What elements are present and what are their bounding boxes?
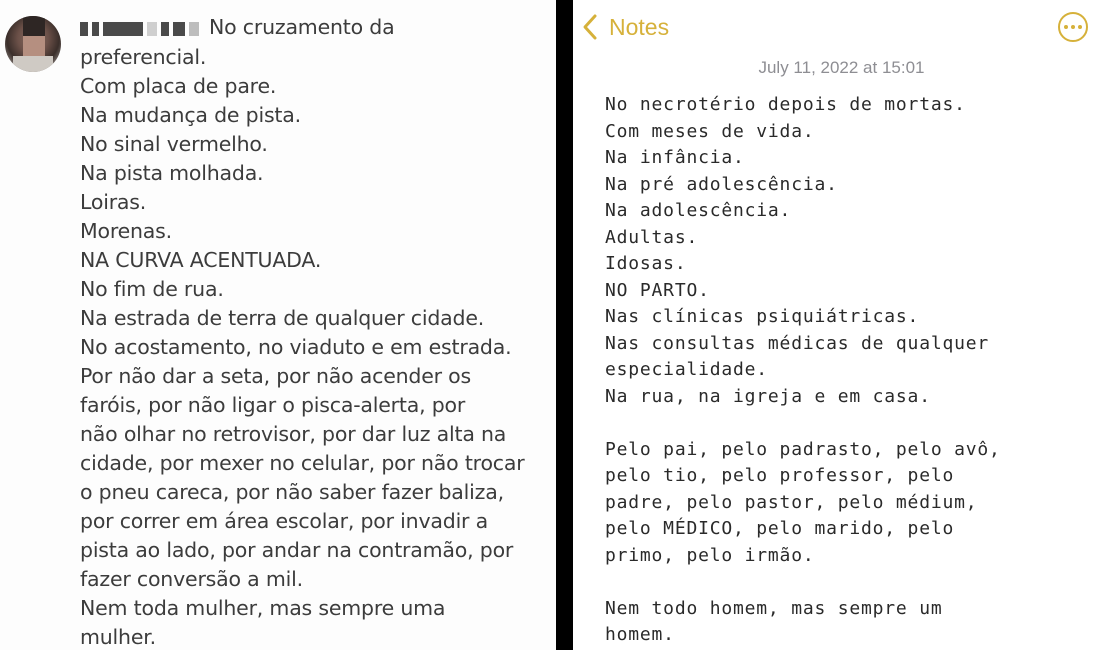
avatar[interactable] (5, 16, 61, 72)
note-body[interactable]: No necrotério depois de mortas. Com mese… (605, 92, 1105, 649)
back-label: Notes (609, 13, 670, 40)
note-line: especialidade. (605, 359, 768, 380)
note-date: July 11, 2022 at 15:01 (758, 58, 925, 77)
note-line: pelo tio, pelo professor, pelo (605, 465, 955, 486)
note-line: Pelo pai, pelo padrasto, pelo avô, (605, 438, 1001, 460)
social-comment-panel: No cruzamento da preferencial. Com placa… (0, 0, 556, 650)
comment-line: NA CURVA ACENTUADA. (80, 247, 322, 272)
note-line: homem. (605, 624, 675, 645)
comment-line: faróis, por não ligar o pisca-alerta, po… (80, 392, 466, 417)
comment-line-text: No cruzamento da (209, 15, 395, 39)
comment-line: No acostamento, no viaduto e em estrada. (80, 334, 512, 359)
comment-line: Com placa de pare. (80, 73, 277, 98)
comment-line: não olhar no retrovisor, por dar luz alt… (80, 421, 507, 446)
comment-line: cidade, por mexer no celular, por não tr… (80, 450, 525, 475)
comment-line: No cruzamento da (80, 13, 550, 43)
note-line: Na adolescência. (605, 200, 792, 221)
ellipsis-dot (1078, 25, 1082, 29)
comment-line: Nem toda mulher, mas sempre uma (80, 595, 446, 620)
comment-line: Morenas. (80, 218, 172, 243)
note-line: Adultas. (605, 226, 699, 248)
username-redacted[interactable] (80, 14, 203, 43)
note-line: primo, pelo irmão. (605, 544, 815, 566)
avatar-blur-block (23, 36, 45, 58)
note-line: Idosas. (605, 253, 687, 274)
note-line: Nas clínicas psiquiátricas. (605, 306, 920, 327)
note-line: Na infância. (605, 147, 745, 168)
comment-line: Na estrada de terra de qualquer cidade. (80, 305, 485, 330)
panel-divider (556, 0, 573, 650)
note-line (605, 569, 1105, 596)
comment-line: No fim de rua. (80, 276, 224, 301)
note-line: NO PARTO. (605, 279, 710, 301)
note-line: Com meses de vida. (605, 120, 815, 142)
comment-line: No sinal vermelho. (80, 131, 268, 156)
ellipsis-circle-icon (1064, 25, 1068, 29)
comment-line: preferencial. (80, 44, 207, 69)
comment-text: No cruzamento da preferencial. Com placa… (80, 13, 550, 650)
comment-line: Loiras. (80, 189, 147, 214)
note-line: Na rua, na igreja e em casa. (605, 385, 931, 407)
chevron-left-icon (583, 14, 597, 40)
note-line: Nas consultas médicas de qualquer (605, 332, 990, 354)
comment-line: fazer conversão a mil. (80, 566, 303, 591)
back-button[interactable]: Notes (581, 10, 669, 44)
note-line: Nem todo homem, mas sempre um (605, 597, 943, 619)
avatar-blur-block (23, 16, 45, 36)
comment-line: pista ao lado, por andar na contramão, p… (80, 537, 514, 562)
comment-line: por correr em área escolar, por invadir … (80, 508, 488, 533)
comment-line: mulher. (80, 624, 156, 649)
note-line: padre, pelo pastor, pelo médium, (605, 491, 978, 513)
comment-line: Por não dar a seta, por não acender os (80, 363, 471, 388)
avatar-blur-block (13, 56, 53, 72)
ellipsis-dot (1071, 25, 1075, 29)
comment-line: Na mudança de pista. (80, 102, 301, 127)
note-line: pelo MÉDICO, pelo marido, pelo (605, 518, 955, 539)
notes-panel: Notes July 11, 2022 at 15:01 No necrotér… (573, 0, 1110, 650)
note-line: No necrotério depois de mortas. (605, 94, 966, 115)
note-line: Na pré adolescência. (605, 173, 838, 195)
comment-line: o pneu careca, por não saber fazer baliz… (80, 479, 504, 504)
comment-line: Na pista molhada. (80, 160, 264, 185)
note-line (605, 410, 1105, 437)
more-options-button[interactable] (1058, 12, 1088, 42)
